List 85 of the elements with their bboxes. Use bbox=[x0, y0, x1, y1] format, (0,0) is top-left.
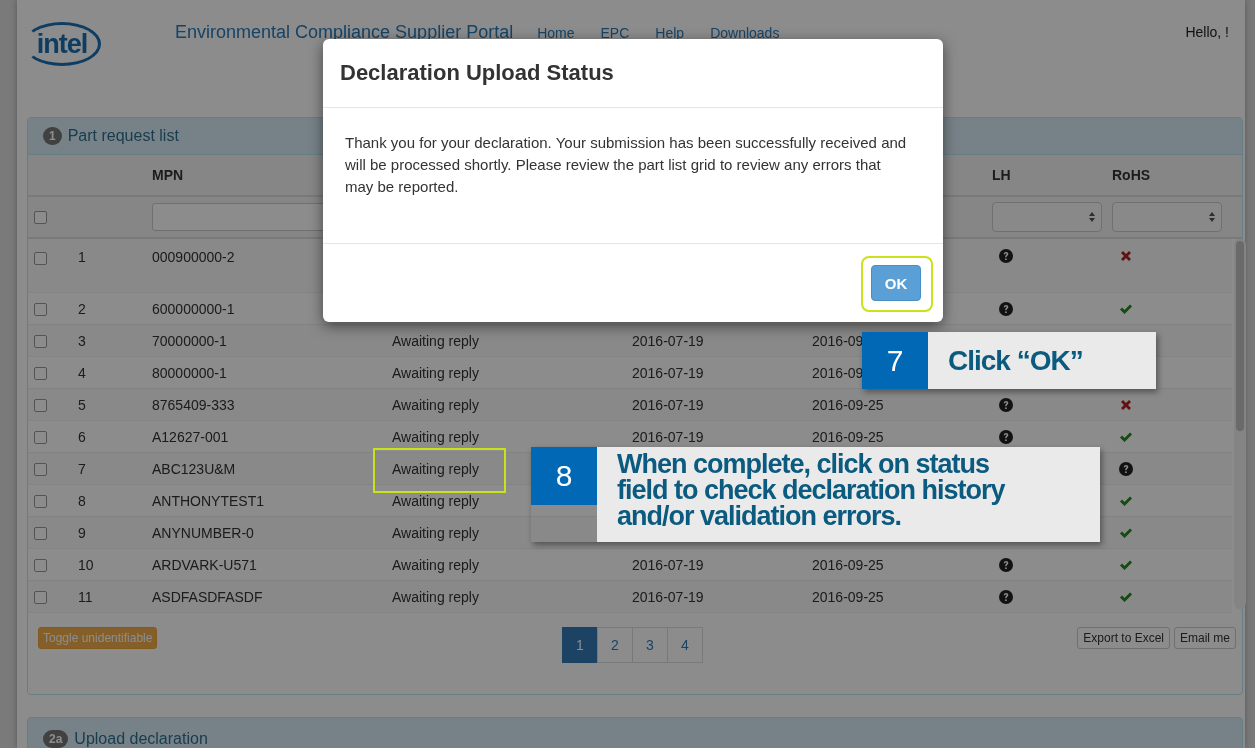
status-cell[interactable]: Awaiting reply bbox=[392, 524, 479, 541]
table-cell-text: 70000000-1 bbox=[152, 332, 228, 349]
nav-link[interactable]: Home bbox=[537, 25, 575, 41]
table-cell: 2016-09-25 bbox=[812, 556, 884, 573]
step-badge: 1 bbox=[43, 127, 62, 145]
email-button[interactable]: Email me bbox=[1174, 627, 1236, 649]
page-button[interactable]: 3 bbox=[632, 627, 668, 663]
page-button[interactable]: 2 bbox=[597, 627, 633, 663]
ok-button[interactable]: OK bbox=[871, 265, 921, 301]
status-cell[interactable]: Awaiting reply bbox=[392, 556, 479, 573]
table-cell-text: A12627-001 bbox=[152, 428, 230, 445]
nav-link[interactable]: EPC bbox=[600, 25, 630, 41]
row-checkbox[interactable] bbox=[34, 559, 47, 573]
table-cell: 2016-09-25 bbox=[812, 396, 884, 413]
nav-link[interactable]: Help bbox=[655, 25, 685, 41]
table-cell-text: ASDFASDFASDF bbox=[152, 588, 264, 605]
table-cell-text: 1 bbox=[78, 249, 87, 265]
table-cell-text: 10 bbox=[78, 556, 95, 573]
row-checkbox[interactable] bbox=[34, 251, 47, 265]
table-cell: 2016-07-19 bbox=[632, 556, 704, 573]
table-cell-text: 3 bbox=[78, 332, 87, 349]
row-checkbox[interactable] bbox=[34, 303, 47, 317]
lh-filter-select[interactable] bbox=[992, 202, 1102, 232]
table-cell-text: 4 bbox=[78, 364, 87, 381]
up-down-arrows-icon bbox=[1209, 212, 1215, 222]
table-cell-text: 000900000-2 bbox=[152, 249, 236, 265]
status-cell[interactable]: Awaiting reply bbox=[392, 428, 479, 445]
row-checkbox[interactable] bbox=[34, 495, 47, 509]
status-cell[interactable]: Awaiting reply bbox=[392, 396, 479, 413]
export-button[interactable]: Export to Excel bbox=[1077, 627, 1170, 649]
table-cell: 2016-07-19 bbox=[632, 364, 704, 381]
panel-title: Part request list bbox=[67, 127, 179, 145]
nav-link[interactable]: Downloads bbox=[710, 25, 780, 41]
up-down-arrows-icon bbox=[1089, 212, 1095, 222]
table-cell-text: 6 bbox=[78, 428, 87, 445]
step-number: 8 bbox=[531, 447, 597, 505]
table-cell-text: ARDVARK-U571 bbox=[152, 556, 258, 573]
page-button[interactable]: 1 bbox=[562, 627, 598, 663]
table-cell-text: 9 bbox=[78, 524, 87, 541]
table-cell: 2016-07-19 bbox=[632, 396, 704, 413]
row-checkbox[interactable] bbox=[34, 527, 47, 541]
callout-text: When complete, click on status field to check declaration history and/or validation errors. bbox=[597, 447, 1100, 542]
row-checkbox[interactable] bbox=[34, 463, 47, 477]
table-cell: 2016-07-19 bbox=[632, 428, 704, 445]
row-checkbox[interactable] bbox=[34, 335, 47, 349]
portal-title[interactable]: Environmental Compliance Supplier Portal bbox=[175, 22, 514, 43]
status-cell[interactable]: Awaiting reply bbox=[392, 588, 479, 605]
table-cell-text: 80000000-1 bbox=[152, 364, 228, 381]
status-cell[interactable]: Awaiting reply bbox=[392, 460, 479, 477]
page-button[interactable]: 4 bbox=[667, 627, 703, 663]
table-cell: 2016-09-25 bbox=[812, 588, 884, 605]
select-all-checkbox[interactable] bbox=[34, 211, 47, 225]
table-cell: 2016-07-19 bbox=[632, 588, 704, 605]
column-header[interactable]: LH bbox=[992, 167, 1112, 183]
table-cell-text: ANYNUMBER-0 bbox=[152, 524, 255, 541]
status-cell[interactable]: Awaiting reply bbox=[392, 332, 479, 349]
modal-title: Declaration Upload Status bbox=[340, 60, 614, 86]
table-cell: 2016-09 bbox=[812, 332, 864, 349]
table-cell-text: 7 bbox=[78, 460, 87, 477]
step-number: 7 bbox=[862, 332, 928, 389]
table-cell-text: ANTHONYTEST1 bbox=[152, 492, 265, 509]
table-cell: 2016-07-19 bbox=[632, 332, 704, 349]
row-checkbox[interactable] bbox=[34, 367, 47, 381]
callout-text: Click “OK” bbox=[928, 332, 1156, 389]
modal-message: Thank you for your declaration. Your submission has been successfully received and will be processed shortly. Please review the part list grid to review any errors that may be reported. bbox=[345, 133, 908, 197]
panel-title: Upload declaration bbox=[74, 730, 208, 748]
table-cell-text: 600000000-1 bbox=[152, 300, 236, 317]
table-cell: 2016-09-25 bbox=[812, 428, 884, 445]
status-cell[interactable]: Awaiting reply bbox=[392, 492, 479, 509]
row-checkbox[interactable] bbox=[34, 399, 47, 413]
row-checkbox[interactable] bbox=[34, 591, 47, 605]
greeting-text: Hello, ! bbox=[1185, 24, 1229, 40]
rohs-filter-select[interactable] bbox=[1112, 202, 1222, 232]
table-cell-text: 8 bbox=[78, 492, 87, 509]
table-cell-text: 11 bbox=[78, 588, 94, 605]
scrollbar[interactable] bbox=[1234, 239, 1246, 609]
column-header[interactable]: RoHS bbox=[1112, 167, 1232, 183]
table-cell-text: 2 bbox=[78, 300, 87, 317]
step-badge: 2a bbox=[43, 730, 69, 748]
table-cell-text: 5 bbox=[78, 396, 87, 413]
row-checkbox[interactable] bbox=[34, 431, 47, 445]
status-cell[interactable]: Awaiting reply bbox=[392, 364, 479, 381]
table-cell-text: ABC123U&M bbox=[152, 460, 237, 477]
table-cell-text: 8765409-333 bbox=[152, 396, 236, 413]
table-cell: 2016-09 bbox=[812, 364, 864, 381]
